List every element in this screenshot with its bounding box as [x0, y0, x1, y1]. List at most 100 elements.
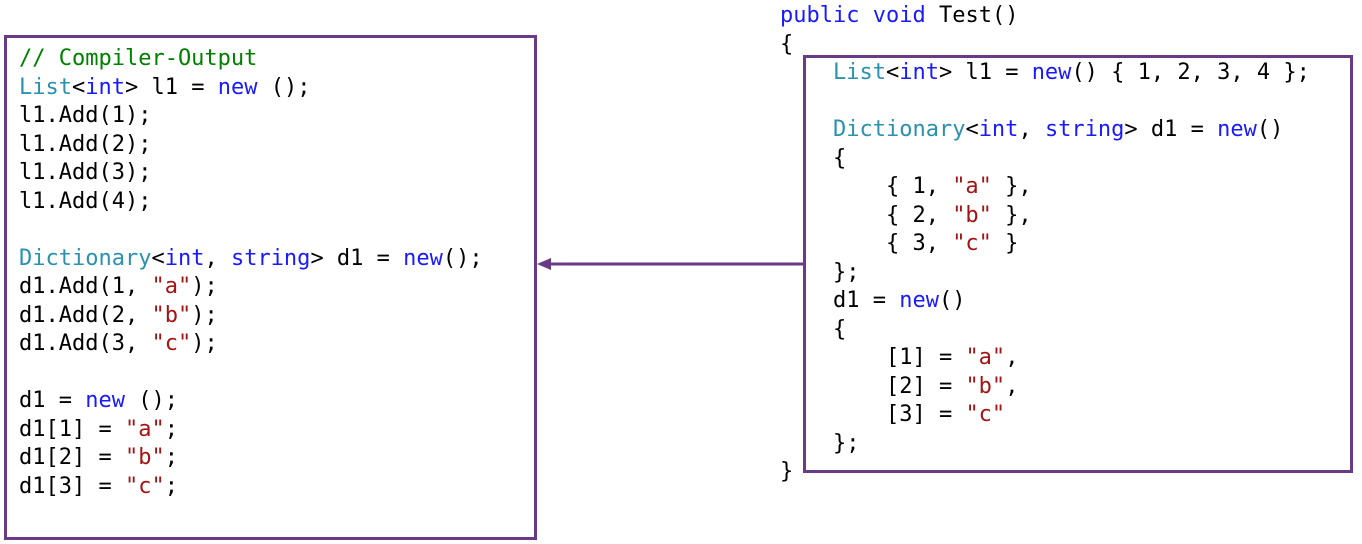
code-token: "b" [124, 445, 165, 470]
code-token: { 1, [780, 174, 953, 199]
code-token: "a" [124, 416, 165, 442]
code-token: ); [191, 302, 218, 328]
code-token: } [780, 459, 794, 484]
code-token: "a" [952, 174, 992, 199]
code-token: , [204, 245, 231, 271]
code-line: [1] = "a", [780, 344, 1310, 373]
code-token: List [19, 74, 72, 100]
code-line: d1[2] = "b"; [19, 444, 483, 473]
code-token: [2] = [780, 373, 966, 399]
code-token: < [965, 117, 979, 142]
code-line: Dictionary<int, string> d1 = new(); [19, 245, 483, 274]
code-token: l1.Add(2); [19, 131, 152, 157]
code-line: List<int> l1 = new (); [19, 74, 483, 103]
code-token: string [1044, 117, 1125, 142]
code-line: d1 = new (); [19, 387, 483, 416]
arrow-head [537, 258, 551, 270]
code-line: { [780, 316, 1310, 345]
code-token: d1.Add(2, [19, 302, 152, 328]
code-token: { [780, 145, 847, 171]
code-token: ; [164, 416, 178, 442]
code-token: ; [164, 473, 178, 499]
code-line: l1.Add(4); [19, 188, 483, 217]
code-line: // Compiler-Output [19, 45, 483, 74]
code-line: } [780, 458, 1310, 487]
code-token: ); [191, 331, 218, 356]
code-token: (); [257, 74, 311, 100]
code-token: int [899, 60, 939, 85]
code-line: d1.Add(1, "a"); [19, 273, 483, 302]
code-line: public void Test() [780, 2, 1310, 31]
code-token: Dictionary [19, 245, 152, 271]
code-token: d1 = [780, 288, 900, 313]
code-token: d1 = [19, 388, 86, 413]
code-token: }, [991, 202, 1032, 228]
code-line: }; [780, 259, 1310, 288]
code-token: }, [991, 174, 1032, 199]
code-line: d1.Add(3, "c"); [19, 330, 483, 359]
code-token: { 3, [780, 231, 953, 256]
code-line: d1.Add(2, "b"); [19, 302, 483, 331]
code-token: int [164, 245, 205, 271]
code-token: () [1256, 117, 1284, 142]
source-code: public void Test(){ List<int> l1 = new()… [780, 2, 1310, 487]
code-token: Test() [925, 3, 1019, 28]
code-line: { 1, "a" }, [780, 173, 1310, 202]
code-token: new [899, 288, 939, 313]
code-token: > d1 = [1124, 117, 1218, 142]
code-token: ; [164, 445, 178, 470]
code-token: new [1031, 60, 1072, 85]
code-line: d1[1] = "a"; [19, 416, 483, 445]
code-token: new [217, 74, 258, 100]
code-token: new [85, 388, 125, 413]
code-token: "c" [952, 231, 992, 256]
code-token: , [1005, 373, 1019, 399]
code-line: { 3, "c" } [780, 230, 1310, 259]
code-token: new [403, 245, 443, 271]
code-token: d1[3] = [19, 473, 125, 499]
code-token: > l1 = [124, 74, 218, 100]
code-line: }; [780, 430, 1310, 459]
code-token: int [978, 117, 1019, 142]
code-token: // Compiler-Output [19, 46, 258, 71]
code-line: [3] = "c" [780, 401, 1310, 430]
code-token: () [938, 288, 966, 313]
code-token: [3] = [780, 402, 966, 427]
code-token: , [1005, 345, 1019, 370]
code-token: d1.Add(3, [19, 331, 152, 356]
code-token: d1[1] = [19, 416, 125, 442]
code-line: l1.Add(3); [19, 159, 483, 188]
code-token: { [780, 31, 794, 57]
code-token: { 2, [780, 202, 953, 228]
code-token: () { 1, 2, 3, 4 }; [1071, 60, 1310, 85]
code-token: string [230, 245, 311, 271]
code-line: { [780, 145, 1310, 174]
code-token: new [1217, 117, 1257, 142]
code-token: void [872, 3, 926, 28]
code-line: List<int> l1 = new() { 1, 2, 3, 4 }; [780, 59, 1310, 88]
code-token: (); [442, 245, 483, 271]
code-line: { [780, 31, 1310, 60]
code-line: Dictionary<int, string> d1 = new() [780, 116, 1310, 145]
code-token: "b" [952, 202, 992, 228]
code-token: { [780, 316, 847, 342]
code-line: d1 = new() [780, 287, 1310, 316]
code-token: } [991, 231, 1019, 256]
code-line: d1[3] = "c"; [19, 473, 483, 502]
code-token: "c" [151, 331, 192, 356]
code-token: l1.Add(4); [19, 188, 152, 214]
code-token: List [832, 60, 886, 85]
code-token: }; [780, 259, 860, 285]
code-token: ); [191, 274, 218, 299]
code-token: "a" [151, 274, 192, 299]
compiler-output-code: // Compiler-Output List<int> l1 = new ();… [19, 45, 483, 501]
code-token: (); [124, 388, 178, 413]
code-token: "a" [965, 345, 1006, 370]
code-token: public [780, 3, 860, 28]
